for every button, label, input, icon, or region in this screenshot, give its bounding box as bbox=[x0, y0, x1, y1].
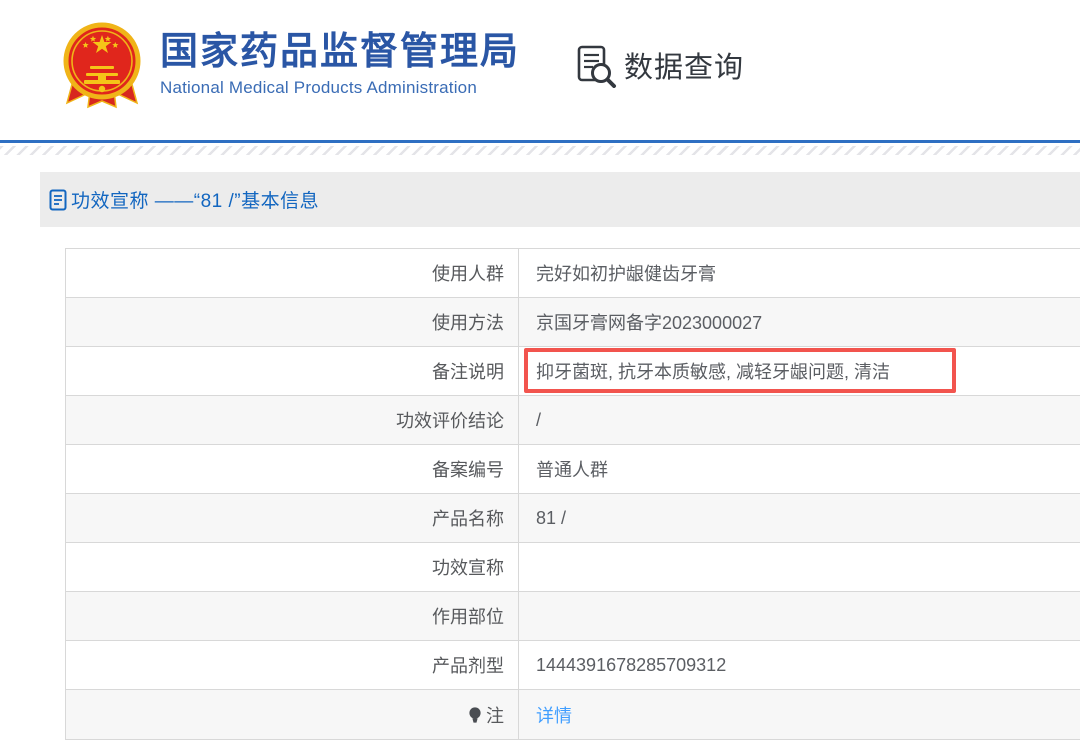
row-label-cell: 产品剂型 bbox=[66, 641, 519, 689]
row-value-cell: 81 / bbox=[519, 494, 1080, 542]
row-label-text: 备注说明 bbox=[432, 362, 504, 382]
row-value-cell bbox=[519, 543, 1080, 591]
row-label-cell: 功效宣称 bbox=[66, 543, 519, 591]
table-row: 备注说明 抑牙菌斑, 抗牙本质敏感, 减轻牙龈问题, 清洁 bbox=[66, 347, 1080, 396]
row-value-text: 普通人群 bbox=[536, 460, 608, 480]
row-label-cell: 使用人群 bbox=[66, 249, 519, 297]
row-value-text: 抑牙菌斑, 抗牙本质敏感, 减轻牙龈问题, 清洁 bbox=[536, 362, 891, 382]
national-emblem-logo bbox=[63, 22, 141, 109]
basic-info-table: 使用人群 完好如初护龈健齿牙膏 使用方法 京国牙膏网备字2023000027 备… bbox=[65, 248, 1080, 740]
row-value-cell: / bbox=[519, 396, 1080, 444]
row-value-cell: 完好如初护龈健齿牙膏 bbox=[519, 249, 1080, 297]
row-value-cell: 详情 bbox=[519, 690, 1080, 739]
row-label-text: 使用方法 bbox=[432, 313, 504, 333]
row-label-text: 功效评价结论 bbox=[396, 411, 504, 431]
section-title-bar: 功效宣称 ——“81 /”基本信息 bbox=[40, 172, 1080, 227]
hatch-stripe-band bbox=[0, 146, 1080, 155]
table-row: 使用方法 京国牙膏网备字2023000027 bbox=[66, 298, 1080, 347]
header-divider-line bbox=[0, 140, 1080, 143]
table-row: 功效宣称 bbox=[66, 543, 1080, 592]
table-row: 作用部位 bbox=[66, 592, 1080, 641]
row-value-text: 81 / bbox=[536, 507, 567, 528]
row-value-cell: 普通人群 bbox=[519, 445, 1080, 493]
row-value-cell: 抑牙菌斑, 抗牙本质敏感, 减轻牙龈问题, 清洁 bbox=[519, 347, 1080, 395]
table-row: 产品剂型 1444391678285709312 bbox=[66, 641, 1080, 690]
row-value-text: 京国牙膏网备字2023000027 bbox=[536, 313, 763, 333]
row-value-text: 1444391678285709312 bbox=[536, 654, 727, 675]
page-title: 功效宣称 ——“81 /”基本信息 bbox=[71, 191, 320, 212]
document-icon bbox=[49, 189, 67, 210]
org-name-zh: 国家药品监督管理局 bbox=[160, 30, 521, 73]
table-row: 备案编号 普通人群 bbox=[66, 445, 1080, 494]
row-value-cell bbox=[519, 592, 1080, 640]
row-label-cell: 产品名称 bbox=[66, 494, 519, 542]
data-query-label: 数据查询 bbox=[624, 52, 745, 84]
detail-link[interactable]: 详情 bbox=[536, 702, 572, 728]
row-label-text: 注 bbox=[486, 705, 504, 726]
row-label-cell: 备注说明 bbox=[66, 347, 519, 395]
row-label-cell: 备案编号 bbox=[66, 445, 519, 493]
org-identity: 国家药品监督管理局 National Medical Products Admi… bbox=[160, 30, 521, 99]
table-row: 功效评价结论 / bbox=[66, 396, 1080, 445]
row-value-text: / bbox=[536, 409, 542, 430]
table-row: 使用人群 完好如初护龈健齿牙膏 bbox=[66, 249, 1080, 298]
row-label-cell: 注 bbox=[66, 690, 519, 739]
row-label-text: 产品剂型 bbox=[432, 656, 504, 676]
note-bulb-icon bbox=[468, 706, 482, 724]
row-label-cell: 使用方法 bbox=[66, 298, 519, 346]
document-search-icon bbox=[577, 45, 617, 88]
row-value-cell: 1444391678285709312 bbox=[519, 641, 1080, 689]
row-value-cell: 京国牙膏网备字2023000027 bbox=[519, 298, 1080, 346]
row-label-cell: 功效评价结论 bbox=[66, 396, 519, 444]
row-label-text: 功效宣称 bbox=[432, 558, 504, 578]
data-query-nav[interactable]: 数据查询 bbox=[572, 42, 744, 88]
main-content: 功效宣称 ——“81 /”基本信息 使用人群 完好如初护龈健齿牙膏 使用方法 京… bbox=[40, 172, 1080, 740]
table-row: 注 详情 bbox=[66, 690, 1080, 739]
row-label-text: 产品名称 bbox=[432, 509, 504, 529]
row-label-text: 使用人群 bbox=[432, 264, 504, 284]
row-label-text: 作用部位 bbox=[432, 607, 504, 627]
row-label-text: 备案编号 bbox=[432, 460, 504, 480]
org-name-en: National Medical Products Administration bbox=[160, 78, 477, 98]
row-label-cell: 作用部位 bbox=[66, 592, 519, 640]
site-header: 国家药品监督管理局 National Medical Products Admi… bbox=[0, 0, 1080, 130]
row-value-text: 完好如初护龈健齿牙膏 bbox=[536, 264, 716, 284]
table-row: 产品名称 81 / bbox=[66, 494, 1080, 543]
